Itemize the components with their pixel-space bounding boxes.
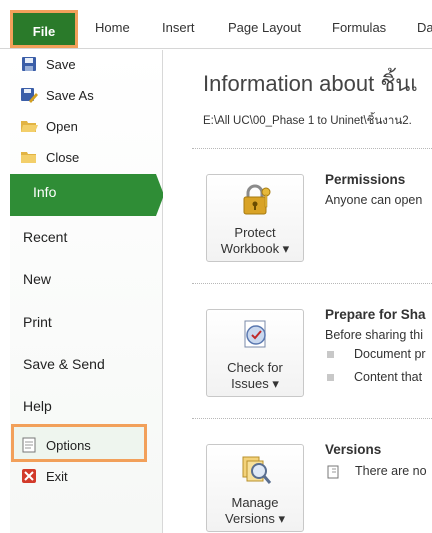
permissions-text: Anyone can open xyxy=(325,193,423,207)
ribbon-tabs-bar: File Home Insert Page Layout Formulas Da xyxy=(0,0,432,50)
file-tab[interactable]: File xyxy=(10,10,78,48)
folder-open-icon xyxy=(20,118,38,134)
tab-insert[interactable]: Insert xyxy=(162,18,195,38)
nav-item-label: Close xyxy=(46,149,80,165)
bullet-marker xyxy=(327,374,334,381)
nav-item-label: Options xyxy=(46,437,91,453)
nav-item-new[interactable]: New xyxy=(23,267,51,291)
nav-item-help[interactable]: Help xyxy=(23,394,52,418)
ribbon-divider xyxy=(0,48,432,49)
nav-item-print[interactable]: Print xyxy=(23,310,52,334)
permissions-heading: Permissions xyxy=(325,172,406,187)
nav-item-options[interactable]: Options xyxy=(20,434,91,456)
tab-formulas[interactable]: Formulas xyxy=(332,18,386,38)
nav-item-save-send[interactable]: Save & Send xyxy=(23,352,105,376)
nav-item-exit[interactable]: Exit xyxy=(20,465,68,487)
prepare-text: Before sharing thi xyxy=(325,328,423,342)
lock-key-icon xyxy=(239,183,273,217)
nav-item-save[interactable]: Save xyxy=(20,53,76,75)
nav-item-save-as[interactable]: Save As xyxy=(20,84,94,106)
save-as-icon xyxy=(20,87,38,103)
prepare-heading: Prepare for Sha xyxy=(325,307,426,322)
versions-heading: Versions xyxy=(325,442,382,457)
tab-data[interactable]: Da xyxy=(417,18,432,38)
check-for-issues-button[interactable]: Check for Issues ▾ xyxy=(206,309,304,397)
nav-item-label: Info xyxy=(33,184,57,200)
manage-versions-button[interactable]: Manage Versions ▾ xyxy=(206,444,304,532)
folder-close-icon xyxy=(20,149,38,165)
versions-text: There are no xyxy=(355,464,427,478)
nav-item-label: Exit xyxy=(46,468,68,484)
nav-item-open[interactable]: Open xyxy=(20,115,78,137)
nav-item-label: Save xyxy=(46,56,76,72)
nav-item-label: Save As xyxy=(46,87,94,103)
check-for-issues-label: Check for Issues ▾ xyxy=(227,360,283,391)
tab-home[interactable]: Home xyxy=(95,18,130,38)
file-path: E:\All UC\00_Phase 1 to Uninet\ชิ้นงาน2. xyxy=(203,115,412,127)
protect-workbook-label: Protect Workbook ▾ xyxy=(220,225,290,256)
window-edge xyxy=(0,0,10,533)
options-icon xyxy=(20,437,38,453)
nav-item-recent[interactable]: Recent xyxy=(23,225,67,249)
document-check-icon xyxy=(239,318,273,352)
nav-item-info[interactable]: Info xyxy=(10,174,156,216)
document-version-icon xyxy=(327,465,341,482)
prepare-bullet: Document pr xyxy=(354,347,426,361)
prepare-bullet: Content that xyxy=(354,370,423,384)
tab-page-layout[interactable]: Page Layout xyxy=(228,18,301,38)
page-title: Information about ชิ้นเ xyxy=(203,71,418,96)
nav-item-label: Open xyxy=(46,118,78,134)
versions-magnifier-icon xyxy=(239,453,273,487)
nav-item-close[interactable]: Close xyxy=(20,146,79,168)
bullet-marker xyxy=(327,351,334,358)
save-icon xyxy=(20,56,38,72)
exit-icon xyxy=(20,468,38,484)
manage-versions-label: Manage Versions ▾ xyxy=(225,495,285,526)
section-divider xyxy=(192,148,432,149)
section-divider xyxy=(192,283,432,284)
section-divider xyxy=(192,418,432,419)
protect-workbook-button[interactable]: Protect Workbook ▾ xyxy=(206,174,304,262)
